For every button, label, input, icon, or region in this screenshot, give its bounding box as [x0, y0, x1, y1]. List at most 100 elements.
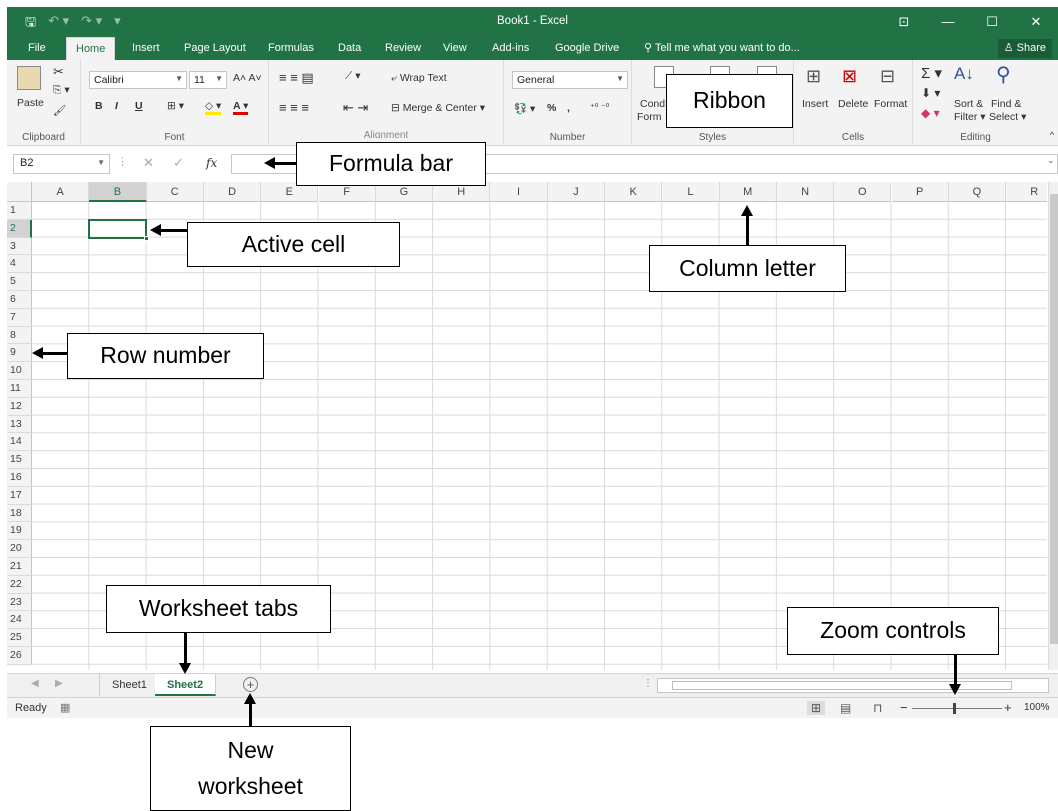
expand-formula-icon[interactable]: ⌄	[1047, 155, 1055, 166]
bold-button[interactable]: B	[95, 100, 103, 112]
row-header-1[interactable]: 1	[7, 202, 32, 220]
tab-formulas[interactable]: Formulas	[259, 37, 323, 60]
tab-view[interactable]: View	[434, 37, 476, 60]
decimal-icons[interactable]: ⁺⁰ ⁻⁰	[590, 102, 609, 113]
row-header-10[interactable]: 10	[7, 362, 32, 380]
enter-icon[interactable]: ✓	[173, 155, 184, 171]
column-header-j[interactable]: J	[547, 182, 605, 202]
orientation-icon[interactable]: ⟋ ▾	[345, 70, 361, 83]
sheet-tab-sheet1[interactable]: Sheet1	[99, 674, 160, 696]
delete-cells-icon[interactable]: ⊠	[842, 66, 857, 87]
fill-handle[interactable]	[144, 236, 149, 241]
row-header-5[interactable]: 5	[7, 273, 32, 291]
page-break-view-icon[interactable]: ⊓	[873, 701, 882, 715]
tab-google-drive[interactable]: Google Drive	[546, 37, 628, 60]
zoom-out-button[interactable]: −	[900, 700, 908, 715]
autosum-icon[interactable]: Σ ▾	[921, 64, 942, 82]
row-header-24[interactable]: 24	[7, 611, 32, 630]
row-header-25[interactable]: 25	[7, 629, 32, 647]
row-header-20[interactable]: 20	[7, 540, 32, 558]
font-size-select[interactable]: 11 ▼	[189, 71, 227, 89]
align-horizontal-icons[interactable]: ≡ ≡ ≡	[279, 100, 309, 115]
font-color-icon[interactable]: A ▾	[233, 100, 249, 115]
column-header-n[interactable]: N	[776, 182, 835, 202]
zoom-in-button[interactable]: +	[1004, 700, 1012, 715]
tab-split-icon[interactable]: ⋮	[643, 678, 653, 689]
format-cells-icon[interactable]: ⊟	[880, 66, 895, 87]
column-header-d[interactable]: D	[203, 182, 262, 202]
sort-filter-label-bottom[interactable]: Filter ▾	[954, 111, 986, 123]
tab-data[interactable]: Data	[329, 37, 370, 60]
row-header-6[interactable]: 6	[7, 291, 32, 309]
paste-button[interactable]: Paste	[17, 97, 44, 109]
column-header-q[interactable]: Q	[948, 182, 1007, 202]
cut-icon[interactable]: ✂	[53, 64, 64, 80]
font-grow-icon[interactable]: A˄ A˅	[233, 72, 262, 84]
column-header-o[interactable]: O	[834, 182, 892, 202]
copy-icon[interactable]: ⎘ ▾	[53, 84, 70, 97]
horizontal-scroll-thumb[interactable]	[672, 681, 1012, 690]
indent-icons[interactable]: ⇤ ⇥	[343, 100, 368, 116]
insert-function-button[interactable]: fx	[206, 156, 217, 170]
vertical-scrollbar[interactable]	[1048, 182, 1058, 670]
page-layout-view-icon[interactable]: ▤	[840, 701, 851, 715]
fill-color-icon[interactable]: ◇ ▾	[205, 100, 222, 115]
delete-button[interactable]: Delete	[838, 98, 868, 110]
horizontal-scrollbar[interactable]	[657, 678, 1049, 693]
select-all-button[interactable]	[7, 182, 32, 202]
underline-button[interactable]: U	[135, 100, 143, 112]
column-header-p[interactable]: P	[891, 182, 949, 202]
row-header-19[interactable]: 19	[7, 522, 32, 541]
find-select-icon[interactable]: ⚲	[996, 62, 1011, 87]
normal-view-icon[interactable]: ⊞	[807, 701, 826, 715]
row-header-2[interactable]: 2	[7, 219, 32, 238]
tab-insert[interactable]: Insert	[123, 37, 169, 60]
find-select-label-top[interactable]: Find &	[991, 98, 1021, 110]
ribbon-display-options-icon[interactable]: ⊡	[882, 7, 926, 37]
insert-button[interactable]: Insert	[802, 98, 828, 110]
row-header-14[interactable]: 14	[7, 433, 32, 452]
font-family-select[interactable]: Calibri ▼	[89, 71, 187, 89]
column-header-i[interactable]: I	[490, 182, 548, 202]
row-header-8[interactable]: 8	[7, 326, 32, 345]
clear-icon[interactable]: ◆ ▾	[921, 106, 940, 120]
row-header-17[interactable]: 17	[7, 486, 32, 505]
tab-page-layout[interactable]: Page Layout	[175, 37, 255, 60]
column-header-c[interactable]: C	[146, 182, 204, 202]
row-header-7[interactable]: 7	[7, 308, 32, 327]
row-header-16[interactable]: 16	[7, 469, 32, 487]
number-format-select[interactable]: General ▼	[512, 71, 628, 89]
vertical-scroll-thumb[interactable]	[1050, 194, 1058, 644]
maximize-icon[interactable]: ☐	[970, 7, 1014, 37]
column-header-a[interactable]: A	[32, 182, 90, 202]
scroll-tabs-right-icon[interactable]: ▶	[55, 678, 63, 689]
row-header-3[interactable]: 3	[7, 237, 32, 256]
column-header-r[interactable]: R	[1006, 182, 1047, 202]
zoom-slider-thumb[interactable]	[953, 703, 956, 714]
zoom-level[interactable]: 100%	[1024, 702, 1050, 713]
active-cell[interactable]	[88, 219, 147, 239]
column-header-b[interactable]: B	[89, 182, 147, 202]
tab-add-ins[interactable]: Add-ins	[483, 37, 538, 60]
close-icon[interactable]: ✕	[1014, 7, 1058, 37]
fill-icon[interactable]: ⬇ ▾	[921, 86, 940, 100]
comma-button[interactable]: ,	[567, 102, 570, 114]
italic-button[interactable]: I	[115, 100, 118, 112]
insert-cells-icon[interactable]: ⊞	[806, 66, 821, 87]
sort-filter-icon[interactable]: A↓	[954, 64, 974, 84]
share-button[interactable]: ♙ Share	[997, 39, 1052, 58]
borders-icon[interactable]: ⊞ ▾	[167, 100, 184, 112]
percent-button[interactable]: %	[547, 102, 556, 114]
align-top-icons[interactable]: ≡ ≡ ▤	[279, 70, 314, 86]
column-header-l[interactable]: L	[662, 182, 720, 202]
tab-home[interactable]: Home	[66, 37, 116, 60]
format-painter-icon[interactable]: 🖌	[53, 104, 66, 117]
row-header-22[interactable]: 22	[7, 575, 32, 594]
row-header-9[interactable]: 9	[7, 344, 32, 363]
find-select-label-bottom[interactable]: Select ▾	[989, 111, 1026, 123]
tab-file[interactable]: File	[19, 37, 55, 60]
paste-icon[interactable]	[17, 66, 41, 90]
name-box[interactable]: B2 ▼	[13, 154, 110, 174]
row-header-26[interactable]: 26	[7, 647, 32, 665]
format-button[interactable]: Format	[874, 98, 907, 110]
